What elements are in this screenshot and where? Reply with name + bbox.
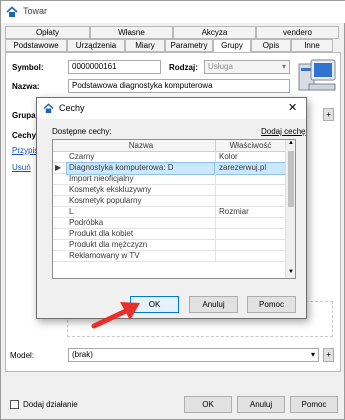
anuluj-button[interactable]: Anuluj [237,396,285,413]
chevron-down-icon: ▾ [281,62,286,71]
feature-name-cell[interactable]: L [67,207,215,218]
row-indicator [55,240,65,251]
dialog-anuluj-button[interactable]: Anuluj [189,296,238,313]
feature-property-cell[interactable] [215,240,285,251]
row-indicator [55,152,65,163]
row-indicator [55,218,65,229]
row-indicator [55,251,65,262]
tab-grupy[interactable]: Grupy [213,39,251,53]
grid-scrollbar[interactable]: ▲ ▼ [285,140,295,278]
features-grid: Nazwa Właściwość Czarny Kolor ▶ Diagnostyka… [52,139,296,279]
rodzaj-label: Rodzaj: [169,63,198,72]
row-indicator [55,174,65,185]
feature-row[interactable]: Kosmetyk popularny [53,196,285,207]
app-house-icon [6,6,18,17]
feature-name-cell[interactable]: Kosmetyk ekskluzywny [67,185,215,196]
feature-name-cell[interactable]: Import nieoficjalny [67,174,215,185]
feature-row[interactable]: Kosmetyk ekskluzywny [53,185,285,196]
add-grupa-button[interactable]: + [323,108,334,121]
symbol-field[interactable]: 0000000161 [68,60,161,74]
scroll-down-icon[interactable]: ▼ [288,269,294,275]
feature-name-cell[interactable]: Reklamowany w TV [67,251,215,262]
model-select[interactable]: (brak) ▾ [68,348,319,362]
dialog-titlebar: Cechy ✕ [37,98,306,119]
tab-op-aty[interactable]: Opłaty [5,26,90,39]
feature-row[interactable]: Podróbka [53,218,285,229]
red-arrow-icon [91,302,140,329]
pomoc-button[interactable]: Pomoc [290,396,338,413]
grid-header: Nazwa Właściwość [53,140,285,152]
tab-vendero[interactable]: vendero [256,26,339,39]
symbol-label: Symbol: [12,63,44,72]
dialog-pomoc-button[interactable]: Pomoc [247,296,296,313]
cechy-dialog: Cechy ✕ Dostępne cechy: Dodaj cechę Nazw… [36,97,307,319]
tab-miary[interactable]: Miary [125,39,165,52]
feature-name-cell[interactable]: Diagnostyka komputerowa: D [66,162,216,175]
feature-name-cell[interactable]: Podróbka [67,218,215,229]
model-label: Model: [10,351,35,360]
dodaj-dzialanie-label: Dodaj działanie [23,400,78,409]
window-titlebar: Towar [1,1,345,23]
scroll-thumb[interactable] [288,151,294,207]
tab-podstawowe[interactable]: Podstawowe [5,39,67,52]
close-icon[interactable]: ✕ [288,101,297,114]
tab-urz-dzenia[interactable]: Urządzenia [67,39,125,52]
add-model-button[interactable]: + [323,348,334,362]
chevron-down-icon: ▾ [310,350,315,359]
tab-parametry[interactable]: Parametry [165,39,213,52]
rodzaj-select[interactable]: Usługa ▾ [204,60,290,74]
feature-property-cell[interactable]: Kolor [215,152,285,163]
tab-opis[interactable]: Opis [251,39,291,52]
feature-row[interactable]: ▶ Diagnostyka komputerowa: Dzarezerwuj.pl [53,162,286,175]
tab-w-asne[interactable]: Własne [90,26,173,39]
feature-property-cell[interactable] [215,229,285,240]
model-value: (brak) [72,350,93,359]
grupa-label: Grupa: [12,111,39,120]
window-title: Towar [23,6,48,16]
add-feature-link[interactable]: Dodaj cechę [261,127,305,136]
feature-property-cell[interactable] [215,196,285,207]
app-house-icon [43,103,54,114]
feature-row[interactable]: Reklamowany w TV [53,251,285,262]
feature-property-cell[interactable] [215,174,285,185]
row-indicator [55,207,65,218]
nazwa-label: Nazwa: [12,82,40,91]
column-header-nazwa[interactable]: Nazwa [67,140,215,151]
row-indicator [55,196,65,207]
usun-link[interactable]: Usuń [12,163,31,172]
feature-name-cell[interactable]: Produkt dla kobiet [67,229,215,240]
dialog-title: Cechy [59,103,85,113]
feature-property-cell[interactable]: Rozmiar [215,207,285,218]
ok-button[interactable]: OK [184,396,232,413]
tab-inne[interactable]: Inne [291,39,333,52]
feature-row[interactable]: Produkt dla mężczyzn [53,240,285,251]
dodaj-dzialanie-checkbox[interactable] [10,400,19,409]
rodzaj-value: Usługa [208,62,233,71]
przypisz-link[interactable]: Przypis [12,146,38,155]
row-pointer-icon: ▶ [55,163,62,172]
feature-name-cell[interactable]: Produkt dla mężczyzn [67,240,215,251]
column-header-wlasciwosc[interactable]: Właściwość [215,140,285,151]
feature-property-cell[interactable] [215,251,285,262]
feature-property-cell[interactable] [215,218,285,229]
scroll-up-icon[interactable]: ▲ [288,140,294,146]
nazwa-field[interactable]: Podstawowa diagnostyka komputerowa [68,79,290,93]
feature-property-cell[interactable]: zarezerwuj.pl [214,162,286,175]
tab-akcyza[interactable]: Akcyza [173,26,256,39]
feature-property-cell[interactable] [215,185,285,196]
row-indicator [55,229,65,240]
available-features-label: Dostępne cechy: [52,127,112,136]
feature-name-cell[interactable]: Kosmetyk popularny [67,196,215,207]
row-indicator [55,185,65,196]
feature-name-cell[interactable]: Czarny [67,152,215,163]
feature-row[interactable]: Import nieoficjalny [53,174,285,185]
feature-row[interactable]: Czarny Kolor [53,152,285,163]
feature-row[interactable]: L Rozmiar [53,207,285,218]
product-computer-icon [298,59,336,91]
feature-row[interactable]: Produkt dla kobiet [53,229,285,240]
